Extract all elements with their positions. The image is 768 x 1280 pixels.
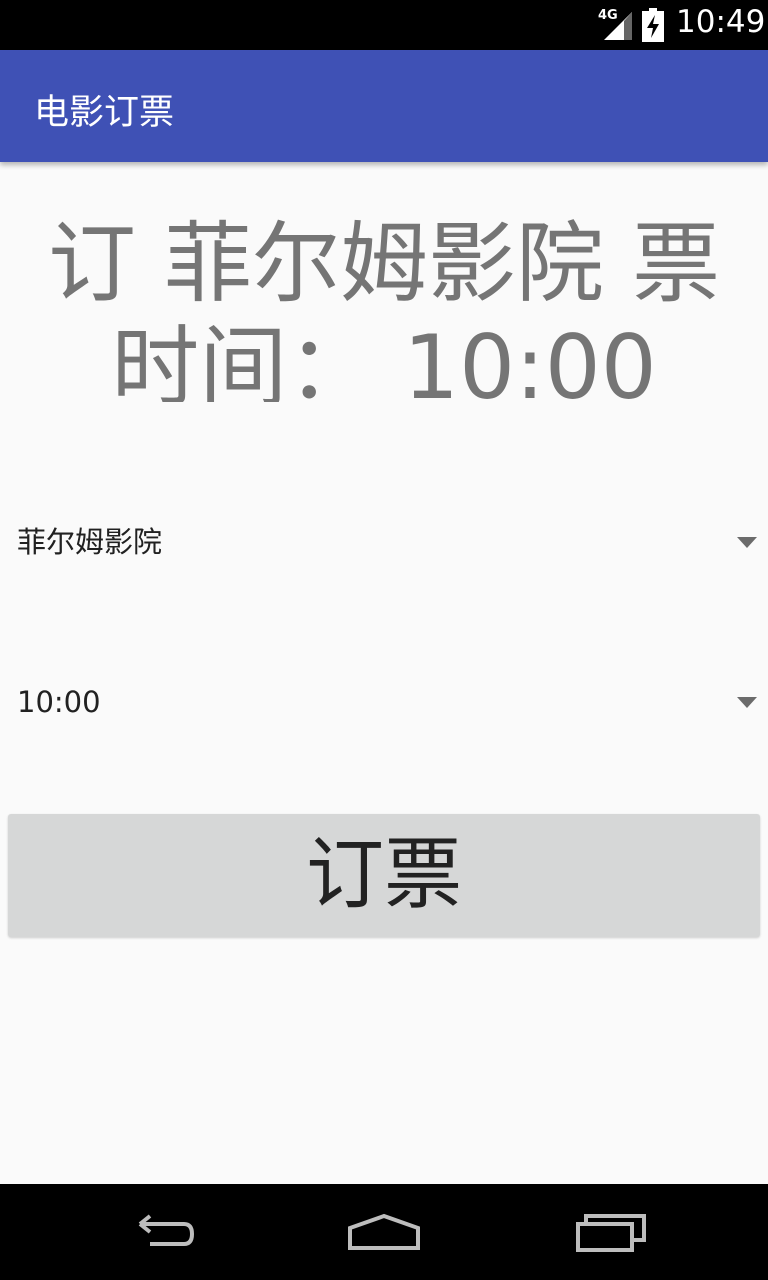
- book-ticket-button[interactable]: 订票: [8, 814, 760, 937]
- dropdown-arrow-icon: [737, 697, 757, 708]
- app-title: 电影订票: [34, 93, 175, 133]
- cinema-spinner[interactable]: 菲尔姆影院: [0, 502, 768, 582]
- cinema-spinner-value: 菲尔姆影院: [17, 525, 163, 559]
- home-icon[interactable]: [344, 1208, 424, 1256]
- booking-summary-line1: 订 菲尔姆影院 票: [48, 212, 720, 302]
- navigation-bar: [0, 1184, 768, 1280]
- time-spinner-value: 10:00: [17, 685, 101, 719]
- status-clock: 10:49: [676, 4, 766, 40]
- status-bar: 4G 10:49: [0, 0, 768, 50]
- booking-summary-line2: 时间： 10:00: [111, 316, 657, 402]
- signal-icon: 4G: [598, 8, 634, 42]
- time-spinner[interactable]: 10:00: [0, 662, 768, 742]
- recents-icon[interactable]: [570, 1208, 650, 1256]
- app-bar: 电影订票: [0, 50, 768, 162]
- back-icon[interactable]: [120, 1208, 200, 1256]
- battery-charging-icon: [642, 8, 664, 42]
- dropdown-arrow-icon: [737, 537, 757, 548]
